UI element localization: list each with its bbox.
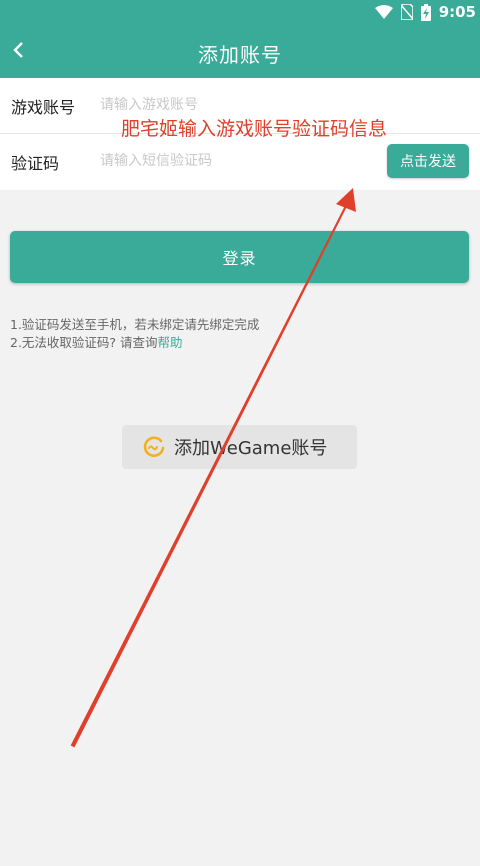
tip-line-1: 1.验证码发送至手机，若未绑定请先绑定完成: [10, 317, 260, 332]
battery-charging-icon: [420, 3, 431, 21]
tip-line-2: 2.无法收取验证码? 请查询帮助: [10, 334, 259, 352]
wifi-icon: [374, 5, 393, 19]
status-icons: 9:05: [374, 2, 476, 22]
wegame-button-label: 添加WeGame账号: [174, 438, 328, 459]
add-wegame-account-button[interactable]: 添加WeGame账号: [122, 425, 357, 469]
code-label: 验证码: [11, 154, 60, 173]
app-header: 9:05 添加账号: [0, 0, 480, 78]
status-bar: 9:05: [0, 0, 480, 24]
code-input[interactable]: [100, 148, 370, 174]
code-row: 验证码 点击发送: [0, 134, 480, 189]
login-button[interactable]: 登录: [10, 231, 469, 283]
no-sim-icon: [400, 4, 413, 20]
status-time: 9:05: [438, 3, 476, 21]
arrow-head: [336, 188, 356, 212]
tips: 1.验证码发送至手机，若未绑定请先绑定完成 2.无法收取验证码? 请查询帮助: [10, 316, 259, 352]
page-title: 添加账号: [198, 43, 282, 67]
annotation-text: 肥宅姬输入游戏账号验证码信息: [121, 118, 388, 140]
send-code-button[interactable]: 点击发送: [387, 144, 469, 178]
wegame-logo-icon: [143, 436, 165, 458]
help-link[interactable]: 帮助: [158, 335, 183, 350]
tip-line-2-text: 2.无法收取验证码? 请查询: [10, 335, 158, 350]
account-label: 游戏账号: [11, 98, 76, 117]
